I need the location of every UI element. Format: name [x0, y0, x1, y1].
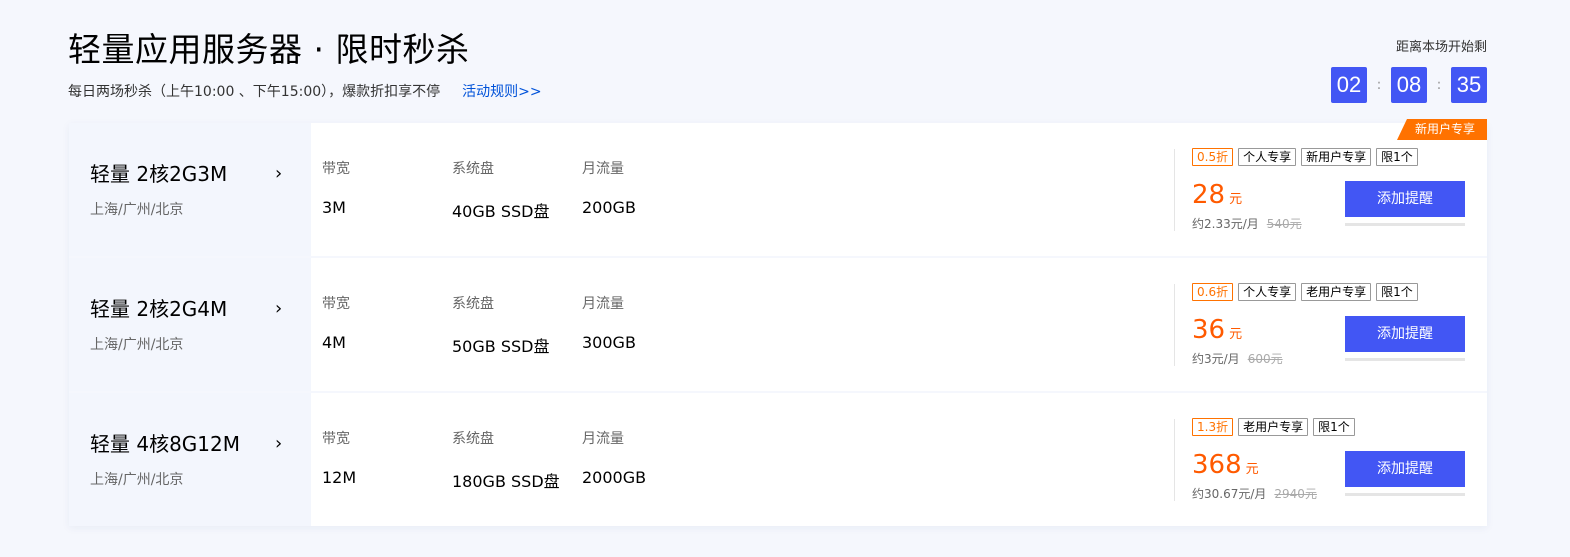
disk-label: 系统盘	[452, 161, 494, 177]
countdown-seconds: 35	[1451, 67, 1487, 103]
corner-badge: 新用户专享	[1396, 119, 1487, 140]
traffic-label: 月流量	[582, 431, 624, 447]
disk-value: 50GB SSD盘	[452, 337, 550, 356]
subtitle-text: 每日两场秒杀（上午10:00 、下午15:00），爆款折扣享不停	[68, 84, 441, 100]
tag: 限1个	[1313, 418, 1355, 436]
price-value: 28	[1192, 180, 1226, 210]
bandwidth-value: 4M	[322, 333, 346, 352]
product-name: 轻量 2核2G3M	[90, 162, 228, 186]
traffic-label: 月流量	[582, 161, 624, 177]
divider	[1174, 149, 1175, 231]
monthly-price: 约3元/月	[1192, 352, 1240, 366]
price-value: 368	[1192, 450, 1242, 480]
bandwidth-value: 3M	[322, 198, 346, 217]
countdown-separator: :	[1436, 77, 1442, 93]
disk-label: 系统盘	[452, 296, 494, 312]
traffic-value: 300GB	[582, 333, 636, 352]
product-list: 轻量 2核2G3M › 上海/广州/北京 带宽 3M 系统盘 40GB SSD盘…	[69, 119, 1487, 526]
product-row: 轻量 2核2G4M › 上海/广州/北京 带宽 4M 系统盘 50GB SSD盘…	[69, 256, 1487, 391]
product-title-cell[interactable]: 轻量 2核2G4M › 上海/广州/北京	[69, 258, 311, 391]
price: 368 元	[1192, 448, 1259, 482]
product-region: 上海/广州/北京	[90, 202, 184, 218]
bandwidth-value: 12M	[322, 468, 357, 487]
tag: 新用户专享	[1301, 148, 1372, 166]
price-detail: 约30.67元/月 2940元	[1192, 485, 1317, 502]
price: 36 元	[1192, 313, 1242, 347]
monthly-price: 约2.33元/月	[1192, 217, 1259, 231]
monthly-price: 约30.67元/月	[1192, 487, 1267, 501]
progress-bar	[1345, 358, 1465, 361]
tag: 限1个	[1376, 148, 1418, 166]
product-name: 轻量 4核8G12M	[90, 432, 241, 456]
tag: 个人专享	[1238, 283, 1297, 301]
countdown-timer: 02 : 08 : 35	[1331, 67, 1487, 103]
divider	[1174, 284, 1175, 366]
product-title-cell[interactable]: 轻量 2核2G3M › 上海/广州/北京	[69, 123, 311, 256]
tag: 老用户专享	[1301, 283, 1372, 301]
product-title-cell[interactable]: 轻量 4核8G12M › 上海/广州/北京	[69, 393, 311, 526]
product-region: 上海/广州/北京	[90, 337, 184, 353]
countdown-label: 距离本场开始剩	[1395, 40, 1487, 55]
traffic-value: 2000GB	[582, 468, 647, 487]
bandwidth-label: 带宽	[322, 296, 350, 312]
rules-link[interactable]: 活动规则>>	[462, 84, 541, 100]
tag-group: 0.6折 个人专享 老用户专享 限1个	[1192, 283, 1423, 301]
product-row: 轻量 2核2G3M › 上海/广州/北京 带宽 3M 系统盘 40GB SSD盘…	[69, 119, 1487, 256]
tag-group: 1.3折 老用户专享 限1个	[1192, 418, 1360, 436]
page-title: 轻量应用服务器 · 限时秒杀	[68, 30, 470, 69]
chevron-right-icon: ›	[275, 163, 283, 184]
original-price: 2940元	[1274, 487, 1317, 501]
bandwidth-label: 带宽	[322, 431, 350, 447]
product-row: 轻量 4核8G12M › 上海/广州/北京 带宽 12M 系统盘 180GB S…	[69, 391, 1487, 526]
progress-bar	[1345, 493, 1465, 496]
countdown-minutes: 08	[1391, 67, 1427, 103]
original-price: 600元	[1247, 352, 1283, 366]
price-unit: 元	[1229, 192, 1243, 207]
traffic-label: 月流量	[582, 296, 624, 312]
original-price: 540元	[1266, 217, 1302, 231]
price: 28 元	[1192, 178, 1242, 212]
chevron-right-icon: ›	[275, 298, 283, 319]
traffic-value: 200GB	[582, 198, 636, 217]
disk-value: 180GB SSD盘	[452, 472, 560, 491]
add-reminder-button[interactable]: 添加提醒	[1345, 451, 1465, 487]
price-unit: 元	[1229, 327, 1243, 342]
progress-bar	[1345, 223, 1465, 226]
product-region: 上海/广州/北京	[90, 472, 184, 488]
tag: 个人专享	[1238, 148, 1297, 166]
chevron-right-icon: ›	[275, 433, 283, 454]
price-value: 36	[1192, 315, 1226, 345]
price-detail: 约2.33元/月 540元	[1192, 215, 1302, 232]
tag: 老用户专享	[1238, 418, 1309, 436]
discount-tag: 1.3折	[1192, 418, 1234, 436]
price-detail: 约3元/月 600元	[1192, 350, 1283, 367]
divider	[1174, 419, 1175, 501]
page-subtitle: 每日两场秒杀（上午10:00 、下午15:00），爆款折扣享不停 活动规则>>	[68, 83, 542, 101]
discount-tag: 0.5折	[1192, 148, 1234, 166]
countdown-hours: 02	[1331, 67, 1367, 103]
countdown-separator: :	[1376, 77, 1382, 93]
disk-label: 系统盘	[452, 431, 494, 447]
bandwidth-label: 带宽	[322, 161, 350, 177]
price-unit: 元	[1245, 462, 1259, 477]
disk-value: 40GB SSD盘	[452, 202, 550, 221]
discount-tag: 0.6折	[1192, 283, 1234, 301]
tag-group: 0.5折 个人专享 新用户专享 限1个	[1192, 148, 1423, 166]
add-reminder-button[interactable]: 添加提醒	[1345, 316, 1465, 352]
tag: 限1个	[1376, 283, 1418, 301]
product-name: 轻量 2核2G4M	[90, 297, 228, 321]
add-reminder-button[interactable]: 添加提醒	[1345, 181, 1465, 217]
